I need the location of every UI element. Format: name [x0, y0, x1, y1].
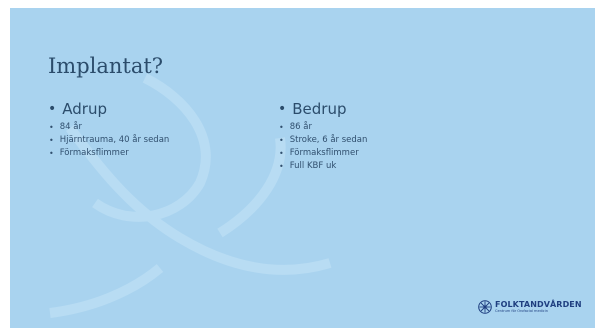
list-item-text: Stroke, 6 år sedan: [289, 135, 368, 145]
bullet-icon: •: [279, 123, 284, 132]
list-item: • 84 år: [48, 121, 169, 134]
list-item: • 86 år: [278, 121, 367, 134]
patient-column-adrup: • Adrup • 84 år • Hjärntrauma, 40 år sed…: [48, 100, 169, 160]
list-item-text: 84 år: [59, 122, 82, 132]
list-item: • Stroke, 6 år sedan: [278, 134, 367, 147]
list-item: • Hjärntrauma, 40 år sedan: [48, 134, 169, 147]
list-item-text: Full KBF uk: [289, 161, 337, 171]
list-item-text: Hjärntrauma, 40 år sedan: [59, 135, 170, 145]
list-item-text: Förmaksflimmer: [289, 148, 359, 158]
list-item: • Förmaksflimmer: [278, 147, 367, 160]
list-item-text: 86 år: [289, 122, 312, 132]
bullet-icon: •: [49, 149, 54, 158]
logo-subtitle: Centrum för Orofacial medicin: [495, 309, 548, 313]
slide-title: Implantat?: [48, 54, 164, 78]
patient-heading: • Bedrup: [278, 100, 367, 118]
bullet-icon: •: [279, 149, 284, 158]
bullet-icon: •: [279, 136, 284, 145]
logo-text: FOLKTANDVÅRDEN Centrum för Orofacial med…: [495, 300, 582, 314]
patient-column-bedrup: • Bedrup • 86 år • Stroke, 6 år sedan • …: [278, 100, 367, 173]
bullet-icon: •: [49, 136, 54, 145]
folktandvarden-emblem-icon: [478, 300, 492, 314]
list-item: • Förmaksflimmer: [48, 147, 169, 160]
patient-name: Bedrup: [292, 100, 347, 118]
slide: Implantat? • Adrup • 84 år • Hjärntrauma…: [10, 8, 595, 328]
logo-name: FOLKTANDVÅRDEN: [495, 300, 582, 309]
list-item-text: Förmaksflimmer: [59, 148, 129, 158]
bullet-icon: •: [278, 101, 287, 117]
list-item: • Full KBF uk: [278, 160, 367, 173]
patient-heading: • Adrup: [48, 100, 169, 118]
bullet-icon: •: [48, 101, 57, 117]
bullet-icon: •: [49, 123, 54, 132]
bullet-icon: •: [279, 162, 284, 171]
patient-name: Adrup: [62, 100, 107, 118]
folktandvarden-logo: FOLKTANDVÅRDEN Centrum för Orofacial med…: [478, 300, 582, 314]
